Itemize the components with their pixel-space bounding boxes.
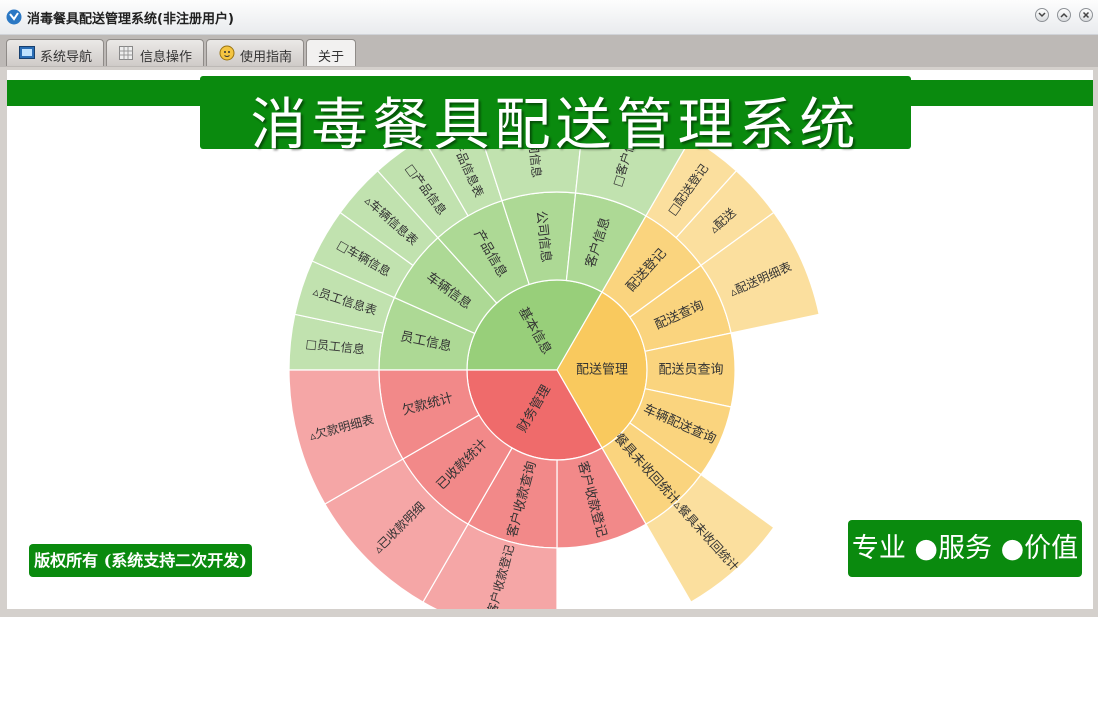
sunburst-label: 配送管理 — [576, 363, 628, 378]
tab-info-ops[interactable]: 信息操作 — [106, 39, 204, 66]
banner-title-box: 消毒餐具配送管理系统 — [200, 76, 911, 158]
close-button[interactable] — [1079, 8, 1093, 22]
chevron-up-icon — [1060, 12, 1068, 18]
minimize-button[interactable] — [1035, 8, 1049, 22]
window-title: 消毒餐具配送管理系统(非注册用户) — [27, 12, 234, 27]
tab-label: 系统导航 — [40, 50, 93, 65]
app-logo-icon — [6, 9, 22, 25]
chevron-down-icon — [1038, 12, 1046, 18]
copyright-badge: 版权所有 (系统支持二次开发) — [29, 544, 252, 577]
monitor-icon — [19, 46, 35, 59]
tab-label: 关于 — [318, 50, 345, 65]
title-bar: 消毒餐具配送管理系统(非注册用户) — [0, 0, 1098, 35]
tab-label: 使用指南 — [240, 50, 293, 65]
tab-bar: 系统导航 信息操作 使用指南 关于 — [0, 35, 1098, 67]
slogan-badge: 专业 ●服务 ●价值 — [848, 520, 1082, 577]
tab-user-guide[interactable]: 使用指南 — [206, 39, 304, 66]
help-face-icon — [219, 45, 235, 61]
grid-icon — [119, 46, 133, 60]
tab-about[interactable]: 关于 — [306, 39, 356, 66]
about-page: 基本信息 员工信息 □员工信息 ▵员工信息表 车辆信息 □车辆信息 ▵车辆信息表 产品信息 □产… — [7, 70, 1093, 609]
tab-system-nav[interactable]: 系统导航 — [6, 39, 104, 66]
tab-label: 信息操作 — [140, 50, 193, 65]
sunburst-label: 配送员查询 — [658, 363, 723, 378]
banner-title: 消毒餐具配送管理系统 — [250, 93, 861, 158]
close-icon — [1082, 11, 1090, 19]
maximize-button[interactable] — [1057, 8, 1071, 22]
